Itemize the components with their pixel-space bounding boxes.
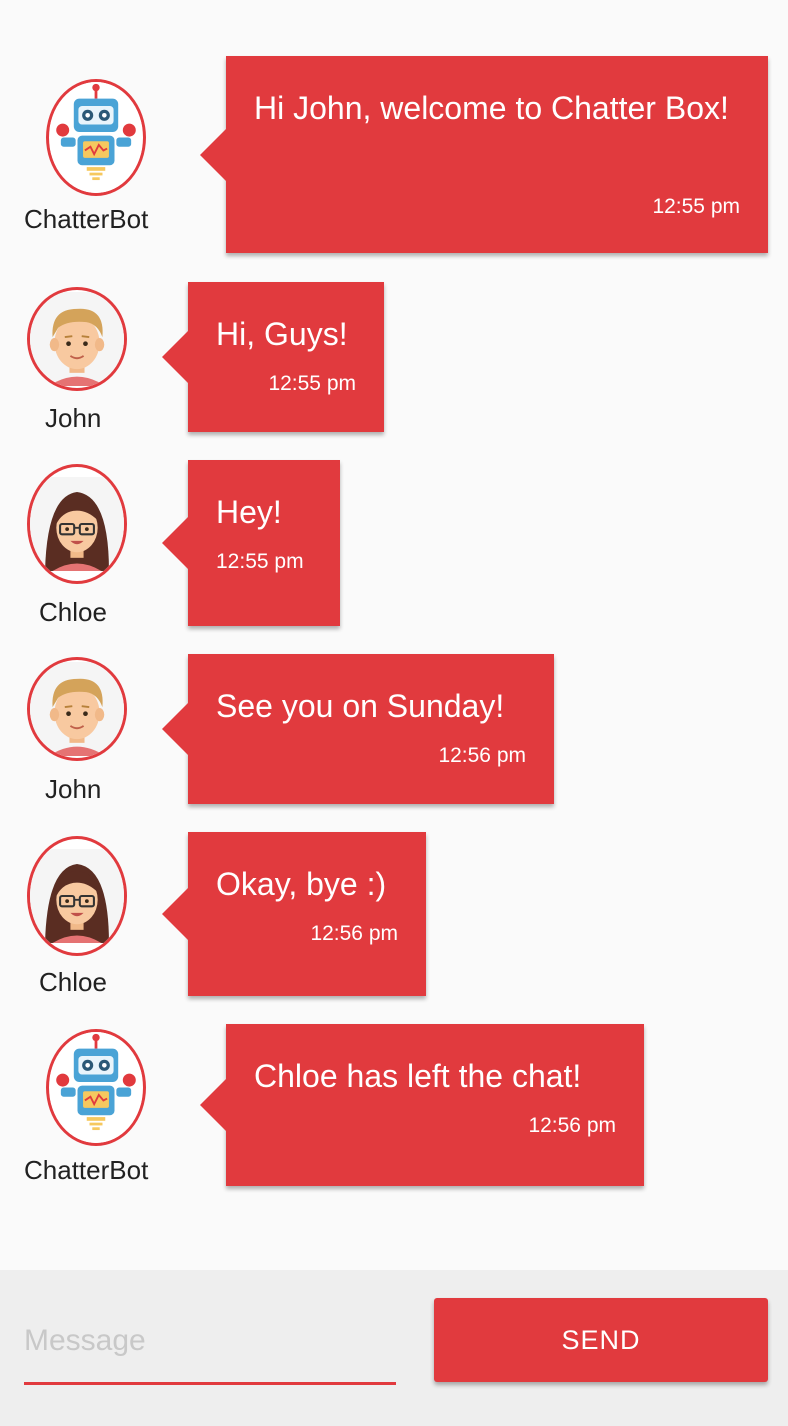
woman-avatar-icon	[27, 836, 127, 956]
message-time: 12:56 pm	[310, 922, 398, 945]
message-time: 12:55 pm	[268, 372, 356, 395]
message-input[interactable]	[24, 1312, 396, 1370]
message-text: Hey!	[216, 494, 282, 530]
message-bubble: Hey! 12:55 pm	[162, 460, 340, 626]
woman-avatar-icon	[27, 464, 127, 584]
message-time: 12:55 pm	[652, 195, 740, 218]
message-time: 12:56 pm	[528, 1114, 616, 1137]
man-avatar-icon	[27, 657, 127, 761]
message-username: John	[45, 403, 102, 433]
send-button[interactable]: SEND	[434, 1298, 768, 1382]
message-username: John	[45, 774, 102, 804]
message-bubble: Chloe has left the chat! 12:56 pm	[200, 1024, 644, 1186]
message-username: Chloe	[39, 967, 107, 997]
message-time: 12:56 pm	[438, 744, 526, 767]
message-time: 12:55 pm	[216, 550, 304, 573]
message-text: Okay, bye :)	[216, 866, 387, 902]
message-username: ChatterBot	[24, 204, 149, 234]
message-text: Hi John, welcome to Chatter Box!	[254, 90, 729, 126]
message-text: Hi, Guys!	[216, 316, 348, 352]
message-text: See you on Sunday!	[216, 688, 505, 724]
message-username: Chloe	[39, 597, 107, 627]
message-bubble: Okay, bye :) 12:56 pm	[162, 832, 426, 996]
input-underline	[24, 1382, 396, 1385]
message-text: Chloe has left the chat!	[254, 1058, 582, 1094]
message-bubble: Hi, Guys! 12:55 pm	[162, 282, 384, 432]
man-avatar-icon	[27, 287, 127, 391]
message-username: ChatterBot	[24, 1155, 149, 1185]
message-bubble: Hi John, welcome to Chatter Box! 12:55 p…	[200, 56, 768, 253]
robot-avatar-icon	[46, 1029, 146, 1146]
robot-avatar-icon	[46, 79, 146, 196]
message-bubble: See you on Sunday! 12:56 pm	[162, 654, 554, 804]
